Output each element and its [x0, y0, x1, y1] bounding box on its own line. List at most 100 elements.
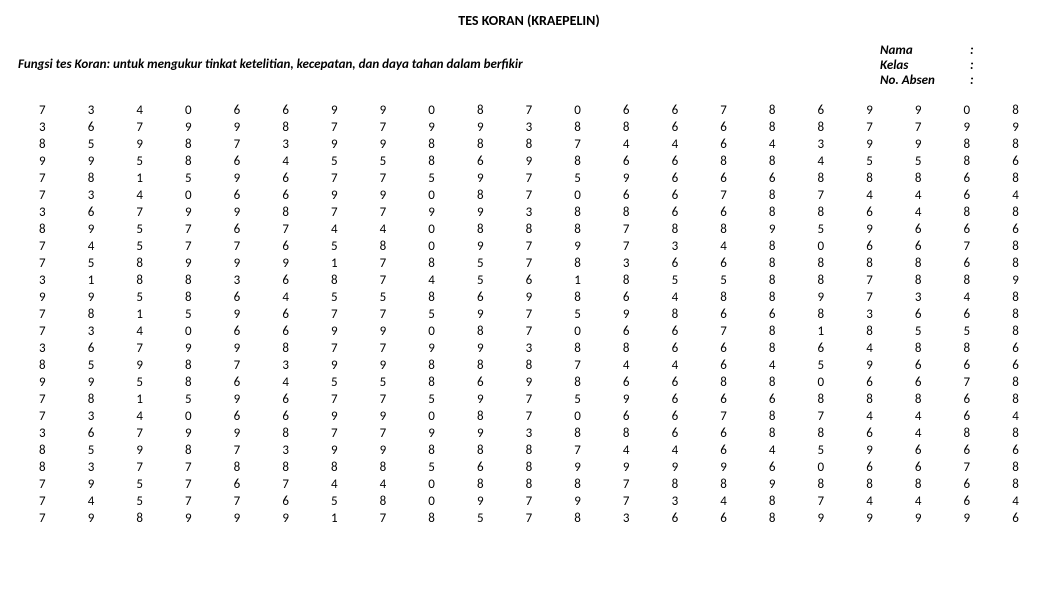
grid-cell: 7 — [359, 119, 408, 136]
grid-cell: 7 — [602, 476, 651, 493]
grid-cell: 7 — [18, 493, 67, 510]
grid-cell: 5 — [164, 391, 213, 408]
grid-cell: 7 — [18, 323, 67, 340]
grid-cell: 8 — [991, 204, 1040, 221]
grid-cell: 7 — [115, 340, 164, 357]
grid-cell: 6 — [213, 221, 262, 238]
grid-cell: 8 — [115, 255, 164, 272]
grid-cell: 4 — [651, 357, 700, 374]
grid-cell: 9 — [456, 238, 505, 255]
grid-cell: 8 — [797, 119, 846, 136]
grid-cell: 7 — [261, 476, 310, 493]
grid-cell: 4 — [651, 136, 700, 153]
grid-row: 781596775975966688868 — [18, 391, 1040, 408]
grid-cell: 9 — [310, 323, 359, 340]
grid-cell: 3 — [651, 493, 700, 510]
grid-cell: 8 — [553, 425, 602, 442]
grid-cell: 7 — [699, 323, 748, 340]
grid-row: 367998779938866886488 — [18, 204, 1040, 221]
grid-cell: 4 — [894, 204, 943, 221]
grid-cell: 4 — [310, 221, 359, 238]
nama-colon: : — [970, 43, 980, 58]
grid-cell: 6 — [894, 306, 943, 323]
grid-cell: 7 — [845, 119, 894, 136]
grid-cell: 9 — [602, 391, 651, 408]
grid-cell: 7 — [18, 408, 67, 425]
grid-cell: 8 — [699, 374, 748, 391]
grid-cell: 7 — [359, 272, 408, 289]
grid-cell: 4 — [67, 238, 116, 255]
grid-cell: 7 — [359, 255, 408, 272]
grid-cell: 4 — [942, 289, 991, 306]
grid-cell: 3 — [18, 340, 67, 357]
info-nama: Nama : — [880, 43, 1040, 58]
grid-cell: 9 — [213, 204, 262, 221]
grid-cell: 7 — [505, 238, 554, 255]
grid-cell: 8 — [456, 357, 505, 374]
grid-cell: 8 — [991, 306, 1040, 323]
grid-cell: 8 — [553, 510, 602, 527]
grid-cell: 8 — [456, 102, 505, 119]
grid-cell: 7 — [505, 391, 554, 408]
grid-cell: 5 — [164, 306, 213, 323]
grid-cell: 7 — [18, 170, 67, 187]
grid-cell: 5 — [553, 391, 602, 408]
grid-cell: 4 — [261, 289, 310, 306]
grid-cell: 7 — [310, 425, 359, 442]
grid-cell: 8 — [456, 221, 505, 238]
grid-cell: 7 — [18, 306, 67, 323]
grid-cell: 6 — [942, 170, 991, 187]
grid-cell: 8 — [651, 221, 700, 238]
grid-cell: 8 — [845, 391, 894, 408]
grid-cell: 9 — [797, 289, 846, 306]
grid-cell: 8 — [942, 204, 991, 221]
grid-cell: 9 — [894, 136, 943, 153]
grid-cell: 5 — [553, 170, 602, 187]
grid-cell: 6 — [602, 374, 651, 391]
grid-cell: 9 — [164, 340, 213, 357]
grid-cell: 9 — [310, 357, 359, 374]
grid-cell: 7 — [213, 136, 262, 153]
grid-cell: 9 — [553, 459, 602, 476]
grid-cell: 4 — [359, 221, 408, 238]
grid-cell: 6 — [699, 170, 748, 187]
grid-cell: 9 — [213, 255, 262, 272]
grid-cell: 4 — [845, 408, 894, 425]
grid-cell: 4 — [651, 289, 700, 306]
grid-cell: 8 — [407, 153, 456, 170]
grid-cell: 6 — [651, 204, 700, 221]
grid-cell: 8 — [456, 323, 505, 340]
grid-cell: 9 — [407, 119, 456, 136]
grid-cell: 7 — [164, 221, 213, 238]
number-grid: 7340669908706678699083679987799388668877… — [18, 102, 1040, 527]
grid-cell: 6 — [456, 289, 505, 306]
grid-cell: 5 — [407, 170, 456, 187]
grid-cell: 9 — [991, 272, 1040, 289]
grid-cell: 9 — [18, 289, 67, 306]
grid-cell: 6 — [699, 357, 748, 374]
grid-cell: 9 — [359, 136, 408, 153]
grid-cell: 8 — [651, 476, 700, 493]
grid-cell: 8 — [602, 272, 651, 289]
grid-cell: 8 — [261, 340, 310, 357]
grid-cell: 9 — [456, 170, 505, 187]
grid-cell: 7 — [310, 119, 359, 136]
grid-cell: 7 — [115, 425, 164, 442]
grid-cell: 7 — [505, 170, 554, 187]
grid-cell: 5 — [67, 442, 116, 459]
grid-row: 734066990870667874464 — [18, 187, 1040, 204]
page-title: TES KORAN (KRAEPELIN) — [18, 12, 1040, 29]
grid-cell: 6 — [894, 221, 943, 238]
grid-cell: 6 — [699, 425, 748, 442]
grid-cell: 5 — [310, 374, 359, 391]
grid-cell: 8 — [991, 289, 1040, 306]
grid-cell: 4 — [748, 442, 797, 459]
grid-cell: 3 — [67, 408, 116, 425]
grid-cell: 8 — [699, 153, 748, 170]
grid-cell: 9 — [456, 493, 505, 510]
grid-cell: 9 — [845, 136, 894, 153]
grid-cell: 9 — [164, 425, 213, 442]
grid-cell: 6 — [699, 255, 748, 272]
grid-cell: 9 — [894, 510, 943, 527]
grid-cell: 0 — [407, 493, 456, 510]
